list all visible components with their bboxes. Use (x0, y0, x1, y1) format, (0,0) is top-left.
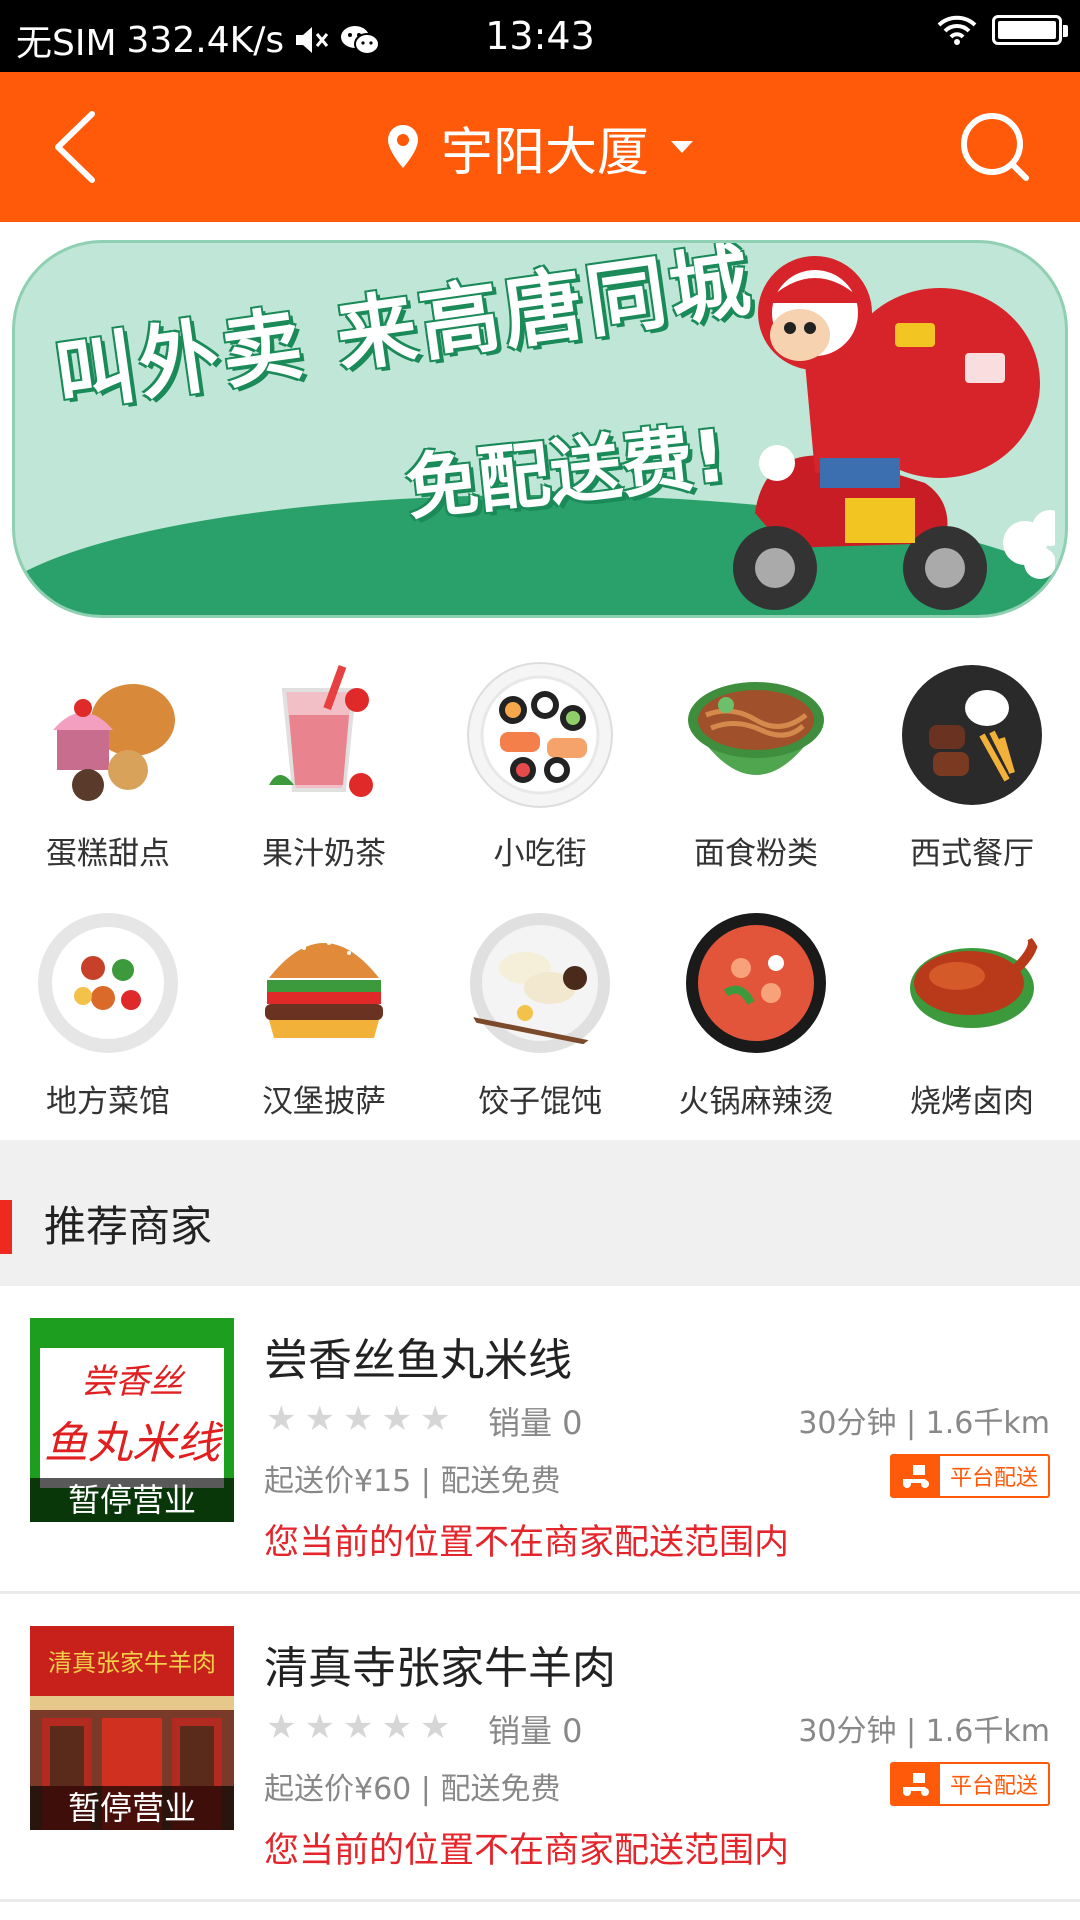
category-dumpling[interactable]: 饺子馄饨 (432, 888, 648, 1121)
delivery-badge: 平台配送 (889, 1762, 1050, 1806)
star-icon: ★ (266, 1399, 297, 1439)
shop-sales: 销量 0 (488, 1712, 583, 1750)
rating-stars: ★ ★ ★ ★ ★ (266, 1710, 450, 1744)
category-label: 烧烤卤肉 (910, 1084, 1034, 1120)
shop-thumbnail: 清真张家牛羊肉 暂停营业 (30, 1626, 234, 1830)
location-pin-icon (387, 125, 418, 168)
delivery-warning: 您当前的位置不在商家配送范围内 (264, 1523, 790, 1563)
delivery-badge: 平台配送 (889, 1454, 1050, 1498)
section-header: 推荐商家 (0, 1200, 1080, 1254)
shop-price: 起送价¥60 | 配送免费 (264, 1772, 561, 1807)
shop-item[interactable]: 清真张家牛羊肉 暂停营业 清真寺张家牛羊肉 ★ ★ ★ ★ ★ 销量 0 30分钟 | … (0, 1594, 1080, 1902)
category-snack[interactable]: 小吃街 (432, 640, 648, 873)
category-label: 西式餐厅 (910, 836, 1034, 872)
delivery-warning: 您当前的位置不在商家配送范围内 (264, 1831, 790, 1871)
shop-name: 清真寺张家牛羊肉 (264, 1643, 616, 1694)
status-right (936, 14, 1068, 46)
category-label: 地方菜馆 (46, 1084, 170, 1120)
search-icon[interactable] (950, 102, 1040, 192)
delivery-badge-label: 平台配送 (949, 1466, 1038, 1491)
shop-sales: 销量 0 (488, 1404, 583, 1442)
category-label: 蛋糕甜点 (46, 836, 170, 872)
shop-distance: 30分钟 | 1.6千km (798, 1714, 1050, 1749)
category-label: 汉堡披萨 (262, 1084, 386, 1120)
shop-thumbnail: 尝香丝 鱼丸米线 暂停营业 (30, 1318, 234, 1522)
battery-icon (992, 15, 1068, 45)
header-bar: 宇阳大厦 (0, 72, 1080, 222)
wifi-icon (937, 15, 977, 45)
roast-icon (910, 935, 1038, 1028)
star-icon: ★ (342, 1707, 374, 1747)
svg-text:鱼丸米线: 鱼丸米线 (44, 1418, 224, 1469)
location-label: 宇阳大厦 (440, 122, 649, 183)
category-western[interactable]: 西式餐厅 (864, 640, 1080, 873)
category-label: 果汁奶茶 (262, 836, 386, 872)
cake-icon (53, 684, 175, 801)
burger-icon (265, 941, 383, 1038)
banner-headline: 叫外卖 来高唐同城 (49, 240, 760, 424)
category-juice[interactable]: 果汁奶茶 (216, 640, 432, 873)
sushi-icon (467, 662, 613, 808)
shop-list: 尝香丝 鱼丸米线 暂停营业 尝香丝鱼丸米线 ★ ★ ★ ★ ★ 销量 0 30分钟 | … (0, 1286, 1080, 1902)
category-local[interactable]: 地方菜馆 (0, 888, 216, 1121)
category-noodles[interactable]: 面食粉类 (648, 640, 864, 873)
scooter-icon (891, 1764, 940, 1804)
star-icon: ★ (266, 1707, 297, 1747)
promo-banner[interactable]: 叫外卖 来高唐同城 免配送费! (12, 240, 1068, 618)
shop-status: 暂停营业 (30, 1786, 234, 1830)
section-accent-bar (0, 1200, 12, 1254)
category-label: 饺子馄饨 (478, 1084, 602, 1120)
juice-icon (269, 664, 373, 797)
category-label: 面食粉类 (694, 836, 818, 872)
dumpling-icon (464, 913, 616, 1053)
star-icon: ★ (419, 1399, 451, 1439)
star-icon: ★ (304, 1399, 335, 1439)
hotpot-icon (686, 913, 826, 1053)
shop-status: 暂停营业 (30, 1478, 234, 1522)
svg-text:清真张家牛羊肉: 清真张家牛羊肉 (48, 1649, 216, 1677)
category-hotpot[interactable]: 火锅麻辣烫 (648, 888, 864, 1121)
star-icon: ★ (342, 1399, 374, 1439)
category-cake[interactable]: 蛋糕甜点 (0, 640, 216, 873)
category-label: 火锅麻辣烫 (678, 1084, 834, 1120)
star-icon: ★ (381, 1399, 412, 1439)
clock: 13:43 (485, 14, 595, 58)
shop-price: 起送价¥15 | 配送免费 (264, 1464, 561, 1499)
star-icon: ★ (381, 1707, 412, 1747)
delivery-badge-label: 平台配送 (949, 1774, 1038, 1799)
svg-text:尝香丝: 尝香丝 (81, 1362, 186, 1402)
scooter-icon (891, 1456, 940, 1496)
steak-icon (902, 665, 1042, 805)
shop-distance: 30分钟 | 1.6千km (798, 1406, 1050, 1441)
delivery-rider-illustration (733, 256, 1055, 610)
shop-item[interactable]: 尝香丝 鱼丸米线 暂停营业 尝香丝鱼丸米线 ★ ★ ★ ★ ★ 销量 0 30分钟 | … (0, 1286, 1080, 1594)
chevron-down-icon (671, 141, 693, 153)
local-dish-icon (38, 913, 178, 1053)
star-icon: ★ (419, 1707, 451, 1747)
category-bbq[interactable]: 烧烤卤肉 (864, 888, 1080, 1121)
category-burger[interactable]: 汉堡披萨 (216, 888, 432, 1121)
star-icon: ★ (304, 1707, 335, 1747)
status-bar: 无SIM 332.4K/s 13:43 (0, 0, 1080, 72)
rating-stars: ★ ★ ★ ★ ★ (266, 1402, 450, 1436)
shop-name: 尝香丝鱼丸米线 (264, 1335, 572, 1386)
category-label: 小吃街 (493, 836, 587, 872)
noodles-icon (688, 682, 824, 775)
location-selector[interactable]: 宇阳大厦 (0, 72, 1080, 222)
section-title: 推荐商家 (44, 1202, 213, 1251)
